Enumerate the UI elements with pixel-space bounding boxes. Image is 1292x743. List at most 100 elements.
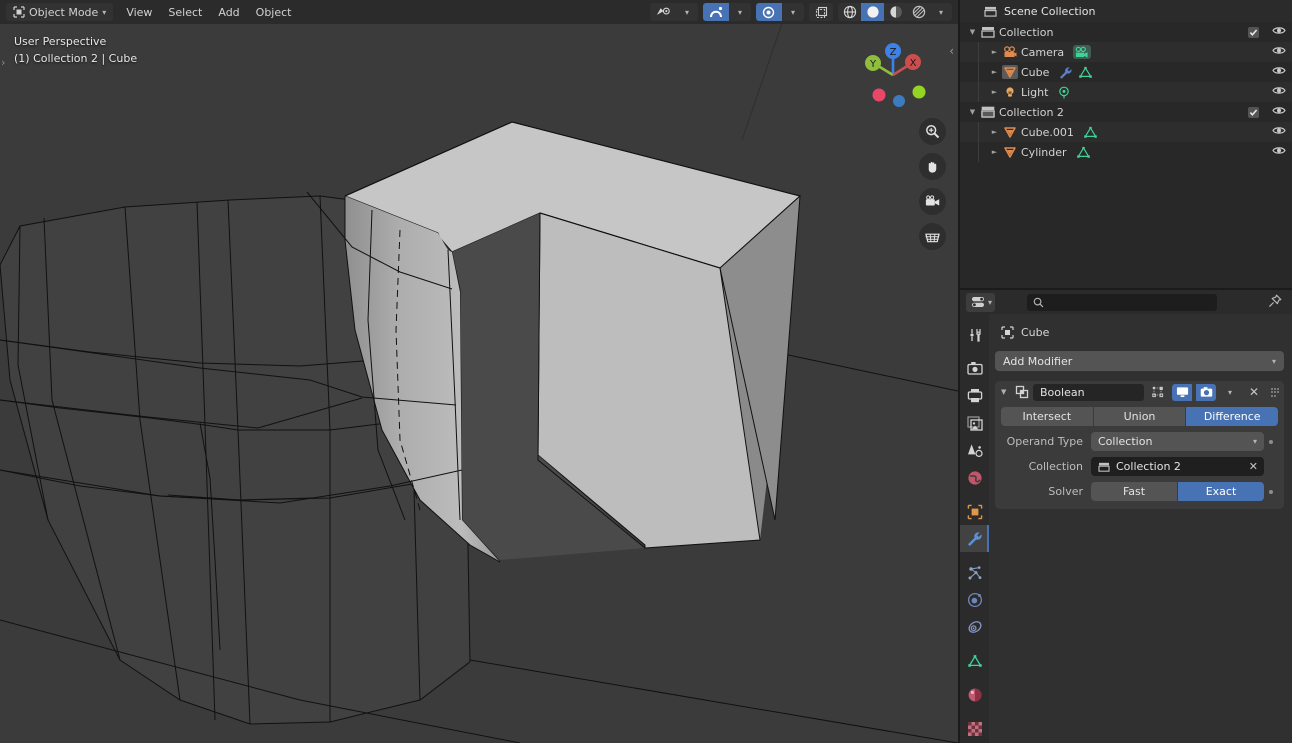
properties-header[interactable]: ▾ [960, 290, 1292, 314]
clear-collection-button[interactable]: ✕ [1249, 460, 1258, 473]
toggle-grid-button[interactable] [919, 223, 946, 250]
outliner-row-collection-2[interactable]: ▼ Collection 2 [960, 102, 1292, 122]
row-toggles[interactable] [1248, 25, 1286, 39]
hide-in-viewport-toggle[interactable] [1272, 145, 1286, 159]
shading-rendered-button[interactable] [907, 3, 930, 21]
modifier-header[interactable]: ▼ Boolean ▾ ✕ [995, 381, 1284, 403]
row-data-icons[interactable] [1058, 66, 1093, 79]
shading-wireframe-button[interactable] [838, 3, 861, 21]
visibility-dropdown[interactable]: ▾ [676, 3, 698, 21]
solver-fast[interactable]: Fast [1091, 482, 1177, 501]
properties-tab-view-layer[interactable] [960, 409, 989, 436]
navigation-gizmo[interactable]: Z Y X [854, 36, 932, 114]
snap-group[interactable]: ▾ [703, 3, 751, 21]
outliner-row-cube-001[interactable]: ► Cube.001 [960, 122, 1292, 142]
properties-tab-constraints[interactable] [960, 614, 989, 641]
boolean-operation-selector[interactable]: Intersect Union Difference [1001, 407, 1279, 426]
properties-tab-column[interactable] [960, 314, 989, 743]
edit-mode-display-toggle[interactable] [1148, 383, 1168, 401]
properties-tab-scene[interactable] [960, 437, 989, 464]
properties-tab-particles[interactable] [960, 559, 989, 586]
modifier-panel-boolean[interactable]: ▼ Boolean ▾ ✕ Intersect Union Difference… [995, 381, 1284, 509]
animate-property-dot[interactable] [1264, 439, 1278, 444]
region-split-vertical[interactable] [958, 0, 960, 743]
properties-tab-world[interactable] [960, 464, 989, 491]
snap-dropdown[interactable]: ▾ [729, 3, 751, 21]
properties-tab-tool[interactable] [960, 321, 989, 348]
proportional-dropdown[interactable]: ▾ [782, 3, 804, 21]
properties-tab-render[interactable] [960, 355, 989, 382]
disclosure-open-icon[interactable]: ▼ [966, 108, 979, 116]
disclosure-open-icon[interactable]: ▼ [966, 28, 979, 36]
collection-id-field[interactable]: Collection 2 ✕ [1091, 457, 1264, 476]
disclosure-closed-icon[interactable]: ► [988, 128, 1001, 136]
visibility-group[interactable]: ▾ [650, 3, 698, 21]
properties-search-input[interactable] [1027, 293, 1218, 311]
row-toggles[interactable] [1248, 45, 1286, 59]
editor-type-selector[interactable]: ▾ [966, 292, 996, 312]
hide-in-viewport-toggle[interactable] [1272, 105, 1286, 119]
menu-object[interactable]: Object [248, 3, 300, 21]
modifier-name-field[interactable]: Boolean [1033, 383, 1144, 401]
outliner-row-collection[interactable]: ▼ Collection [960, 22, 1292, 42]
menu-select[interactable]: Select [160, 3, 210, 21]
proportional-group[interactable]: ▾ [756, 3, 804, 21]
render-display-toggle[interactable] [1196, 383, 1216, 401]
viewport-render[interactable] [0, 0, 958, 743]
properties-tab-data[interactable] [960, 648, 989, 675]
collection-row[interactable]: Collection Collection 2 ✕ [1001, 457, 1278, 476]
object-visibility-icon[interactable] [650, 3, 676, 21]
properties-tab-output[interactable] [960, 382, 989, 409]
disclosure-open-icon[interactable]: ▼ [1001, 388, 1011, 396]
zoom-button[interactable] [919, 118, 946, 145]
properties-tab-material[interactable] [960, 682, 989, 709]
outliner-tree[interactable]: ▼ Collection ► Camera ► Cube ► Light ▼ Collection… [960, 22, 1292, 162]
operation-intersect[interactable]: Intersect [1001, 407, 1093, 426]
region-split-horizontal[interactable] [960, 288, 1292, 290]
operand-type-dropdown[interactable]: Collection ▾ [1091, 432, 1264, 451]
properties-tab-modifiers[interactable] [960, 525, 989, 553]
gizmo-collapse-arrow[interactable]: ‹ [949, 44, 954, 58]
hide-in-viewport-toggle[interactable] [1272, 25, 1286, 39]
modifier-extras-dropdown[interactable]: ▾ [1220, 383, 1240, 401]
operand-type-row[interactable]: Operand Type Collection ▾ [1001, 432, 1278, 451]
outliner-row-light[interactable]: ► Light [960, 82, 1292, 102]
3d-viewport[interactable]: Object Mode ▾ View Select Add Object ▾ ▾… [0, 0, 958, 743]
disclosure-closed-icon[interactable]: ► [988, 68, 1001, 76]
row-toggles[interactable] [1248, 145, 1286, 159]
realtime-display-toggle[interactable] [1172, 383, 1192, 401]
modifier-close-button[interactable]: ✕ [1244, 383, 1264, 401]
shading-dropdown[interactable]: ▾ [930, 3, 952, 21]
shading-group[interactable]: ▾ [838, 3, 952, 21]
shading-solid-button[interactable] [861, 3, 884, 21]
hide-in-viewport-toggle[interactable] [1272, 45, 1286, 59]
exclude-checkbox[interactable] [1248, 26, 1259, 38]
row-toggles[interactable] [1248, 105, 1286, 119]
camera-view-button[interactable] [919, 188, 946, 215]
row-toggles[interactable] [1248, 85, 1286, 99]
toggle-xray-button[interactable] [809, 3, 833, 21]
disclosure-closed-icon[interactable]: ► [988, 48, 1001, 56]
properties-tab-physics[interactable] [960, 586, 989, 613]
row-toggles[interactable] [1248, 125, 1286, 139]
solver-row[interactable]: Solver Fast Exact [1001, 482, 1278, 501]
hide-in-viewport-toggle[interactable] [1272, 125, 1286, 139]
viewport-header[interactable]: Object Mode ▾ View Select Add Object ▾ ▾… [0, 0, 958, 24]
row-data-icons[interactable] [1076, 146, 1091, 159]
mode-selector[interactable]: Object Mode ▾ [6, 3, 114, 21]
sidebar-expand-arrow[interactable]: › [1, 56, 5, 69]
properties-tab-object[interactable] [960, 498, 989, 525]
operation-union[interactable]: Union [1093, 407, 1186, 426]
properties-panel[interactable]: Cube Add Modifier ▾ ▼ Boolean ▾ ✕ Inters… [989, 314, 1292, 743]
row-data-icons[interactable] [1083, 126, 1098, 139]
outliner-header[interactable]: Scene Collection [960, 0, 1292, 22]
outliner-row-camera[interactable]: ► Camera [960, 42, 1292, 62]
pan-button[interactable] [919, 153, 946, 180]
hide-in-viewport-toggle[interactable] [1272, 65, 1286, 79]
solver-selector[interactable]: Fast Exact [1091, 482, 1264, 501]
outliner-row-cube[interactable]: ► Cube [960, 62, 1292, 82]
proportional-toggle[interactable] [756, 3, 782, 21]
disclosure-closed-icon[interactable]: ► [988, 88, 1001, 96]
outliner-editor[interactable]: Scene Collection ▼ Collection ► Camera ► Cube… [960, 0, 1292, 288]
animate-solver-dot[interactable] [1264, 489, 1278, 494]
